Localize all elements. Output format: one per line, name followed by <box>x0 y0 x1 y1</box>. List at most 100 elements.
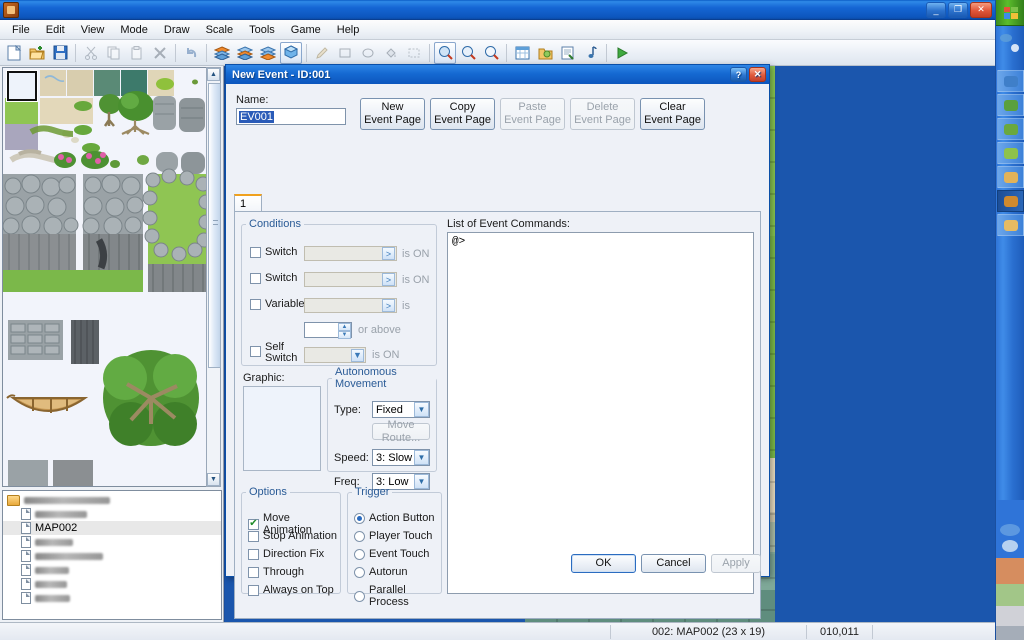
paste-event-page-button[interactable]: Paste Event Page <box>500 98 565 130</box>
switch-1-input[interactable]: > <box>304 246 397 261</box>
sound-test-icon[interactable] <box>580 42 602 64</box>
list-item[interactable] <box>3 535 221 549</box>
movement-speed-chevron-down-icon[interactable]: ▼ <box>414 450 429 465</box>
parallel-process-radio[interactable] <box>354 590 365 602</box>
script-editor-icon[interactable] <box>557 42 579 64</box>
stop-animation-checkbox[interactable] <box>248 530 259 542</box>
pencil-tool-icon[interactable] <box>311 42 333 64</box>
ok-button[interactable]: OK <box>571 554 636 573</box>
paste-icon[interactable] <box>126 42 148 64</box>
quick-launch-area[interactable] <box>998 30 1023 64</box>
self-switch-checkbox[interactable] <box>250 346 261 357</box>
delete-icon[interactable] <box>149 42 171 64</box>
spinner-down-icon[interactable]: ▼ <box>338 331 351 339</box>
layer-2-icon[interactable] <box>234 42 256 64</box>
delete-event-page-button[interactable]: Delete Event Page <box>570 98 635 130</box>
variable-value-spinner[interactable]: ▲ ▼ <box>304 322 352 339</box>
option-always-on-top[interactable]: Always on Top <box>248 584 334 596</box>
open-project-icon[interactable] <box>26 42 48 64</box>
copy-icon[interactable] <box>103 42 125 64</box>
dialog-close-button[interactable]: ✕ <box>749 67 766 82</box>
taskbar-window-2[interactable] <box>997 94 1024 116</box>
event-commands-list[interactable]: @> <box>447 232 754 594</box>
graphic-preview[interactable] <box>243 386 321 471</box>
cancel-button[interactable]: Cancel <box>641 554 706 573</box>
menu-item-draw[interactable]: Draw <box>156 22 198 38</box>
database-icon[interactable] <box>511 42 533 64</box>
list-item[interactable] <box>3 549 221 563</box>
list-item[interactable] <box>3 591 221 605</box>
scroll-down-arrow[interactable]: ▼ <box>207 473 220 486</box>
player-touch-radio[interactable] <box>354 530 365 542</box>
start-button[interactable] <box>996 0 1024 26</box>
trigger-event-touch[interactable]: Event Touch <box>354 548 429 560</box>
move-route-button[interactable]: Move Route... <box>372 419 430 444</box>
movement-speed-combo[interactable]: 3: Slow ▼ <box>372 449 430 466</box>
condition-switch-2[interactable]: Switch <box>250 272 297 284</box>
list-item[interactable] <box>3 563 221 577</box>
apply-button[interactable]: Apply <box>711 554 761 573</box>
new-event-page-button[interactable]: New Event Page <box>360 98 425 130</box>
condition-self-switch[interactable]: Self Switch <box>250 341 297 364</box>
zoom-1-4-icon[interactable] <box>480 42 502 64</box>
ellipse-tool-icon[interactable] <box>357 42 379 64</box>
spinner-buttons[interactable]: ▲ ▼ <box>338 323 351 339</box>
condition-switch-1[interactable]: Switch <box>250 246 297 258</box>
zoom-1-1-icon[interactable] <box>434 41 456 64</box>
option-through[interactable]: Through <box>248 566 304 578</box>
option-stop-animation[interactable]: Stop Animation <box>248 530 337 542</box>
movement-type-chevron-down-icon[interactable]: ▼ <box>414 402 429 417</box>
taskbar-window-3[interactable] <box>997 118 1024 140</box>
always-on-top-checkbox[interactable] <box>248 584 259 596</box>
through-checkbox[interactable] <box>248 566 259 578</box>
tileset-scrollbar[interactable]: ▲ ▼ <box>206 67 221 487</box>
map-tree-root[interactable] <box>3 493 221 507</box>
variable-input[interactable]: > <box>304 298 397 313</box>
menu-item-game[interactable]: Game <box>283 22 329 38</box>
switch-1-checkbox[interactable] <box>250 246 261 258</box>
self-switch-chevron-down-icon[interactable]: ▼ <box>351 348 364 362</box>
menu-item-edit[interactable]: Edit <box>38 22 73 38</box>
rectangle-tool-icon[interactable] <box>334 42 356 64</box>
list-item[interactable] <box>3 507 221 521</box>
undo-icon[interactable] <box>180 42 202 64</box>
clear-event-page-button[interactable]: Clear Event Page <box>640 98 705 130</box>
menu-item-mode[interactable]: Mode <box>112 22 156 38</box>
taskbar-window-1[interactable] <box>997 70 1024 92</box>
playtest-icon[interactable] <box>611 42 633 64</box>
menu-item-view[interactable]: View <box>73 22 113 38</box>
menu-item-tools[interactable]: Tools <box>241 22 283 38</box>
dialog-titlebar[interactable]: New Event - ID:001 ? ✕ <box>226 65 769 84</box>
event-name-input[interactable]: EV001 <box>236 108 346 125</box>
variable-picker-icon[interactable]: > <box>382 299 395 312</box>
taskbar-window-4[interactable] <box>997 142 1024 164</box>
dialog-help-button[interactable]: ? <box>730 67 747 82</box>
self-switch-combo[interactable]: ▼ <box>304 347 366 363</box>
switch-1-picker-icon[interactable]: > <box>382 247 395 260</box>
move-animation-checkbox[interactable] <box>248 518 259 530</box>
condition-variable[interactable]: Variable <box>250 298 305 310</box>
minimize-button[interactable]: _ <box>926 1 946 18</box>
switch-2-picker-icon[interactable]: > <box>382 273 395 286</box>
taskbar-window-6[interactable] <box>997 190 1024 212</box>
movement-type-combo[interactable]: Fixed ▼ <box>372 401 430 418</box>
list-item[interactable] <box>3 577 221 591</box>
menu-item-scale[interactable]: Scale <box>198 22 242 38</box>
scrollbar-thumb[interactable] <box>208 83 221 368</box>
layer-1-icon[interactable] <box>211 42 233 64</box>
autorun-radio[interactable] <box>354 566 365 578</box>
action-button-radio[interactable] <box>354 512 365 524</box>
map-tree[interactable]: MAP002 <box>2 490 222 620</box>
save-project-icon[interactable] <box>49 42 71 64</box>
cut-icon[interactable] <box>80 42 102 64</box>
select-tool-icon[interactable] <box>403 42 425 64</box>
direction-fix-checkbox[interactable] <box>248 548 259 560</box>
option-direction-fix[interactable]: Direction Fix <box>248 548 324 560</box>
taskbar-window-5[interactable] <box>997 166 1024 188</box>
event-command-line[interactable]: @> <box>452 236 749 248</box>
menu-item-file[interactable]: File <box>4 22 38 38</box>
fill-tool-icon[interactable] <box>380 42 402 64</box>
event-touch-radio[interactable] <box>354 548 365 560</box>
tileset-palette[interactable] <box>2 67 207 487</box>
trigger-autorun[interactable]: Autorun <box>354 566 408 578</box>
